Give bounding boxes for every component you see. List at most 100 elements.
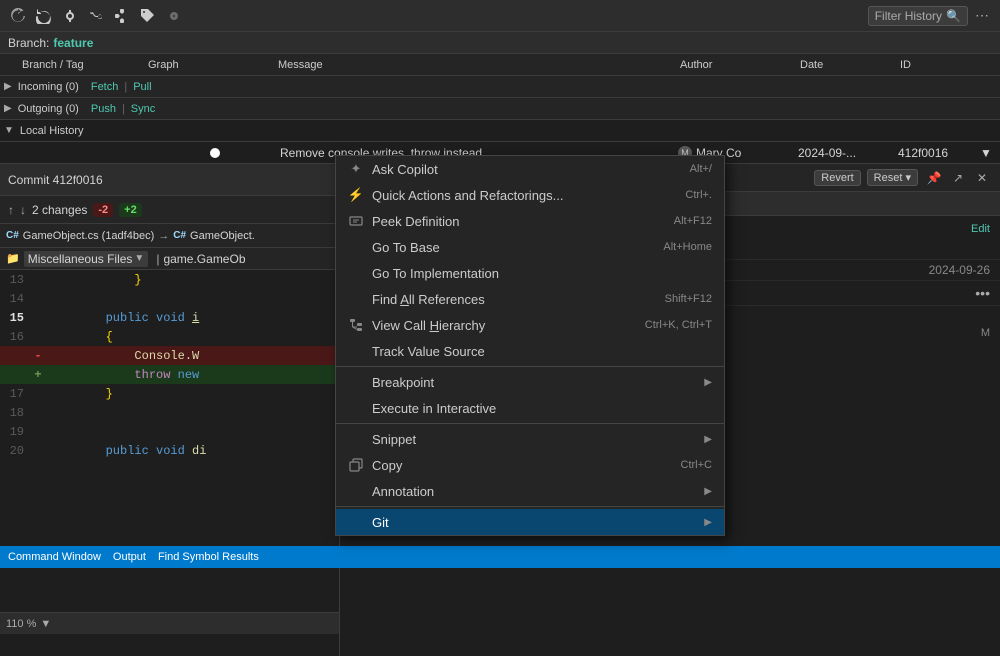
branch-label: Branch: [8, 36, 49, 50]
column-headers: Branch / Tag Graph Message Author Date I… [0, 54, 1000, 76]
filter-history-text: Filter History [875, 9, 942, 23]
search-icon: 🔍 [946, 9, 961, 23]
execute-icon [348, 400, 364, 416]
code-line-16-normal: 16 { [0, 327, 339, 346]
changes-count: 2 changes [32, 203, 87, 217]
cmd-window-tab[interactable]: Command Window [8, 551, 101, 563]
refresh-icon[interactable] [8, 6, 28, 26]
edit-link[interactable]: Edit [971, 223, 990, 235]
base-icon [348, 239, 364, 255]
minus-badge: -2 [93, 203, 113, 217]
incoming-label: Incoming (0) [18, 81, 79, 93]
branch-row: Branch: feature [0, 32, 1000, 54]
hierarchy-icon [348, 317, 364, 333]
copy-icon [348, 457, 364, 473]
breakpoint-icon [348, 374, 364, 390]
up-arrow[interactable]: ↑ [8, 203, 14, 217]
file-to: GameObject. [190, 230, 255, 242]
zoom-level: 110 % [6, 618, 36, 630]
file-status: M [981, 327, 990, 339]
menu-go-to-impl[interactable]: Go To Implementation [336, 260, 724, 286]
menu-call-hierarchy[interactable]: View Call Hierarchy Ctrl+K, Ctrl+T [336, 312, 724, 338]
divider-3 [336, 506, 724, 507]
push-link[interactable]: Push [91, 103, 116, 115]
code-line-17-normal: 17 } [0, 384, 339, 403]
pin-icon[interactable]: 📌 [924, 168, 944, 188]
menu-snippet[interactable]: Snippet ▶ [336, 426, 724, 452]
col-branch-tag: Branch / Tag [18, 59, 148, 71]
impl-icon [348, 265, 364, 281]
sync-link[interactable]: Sync [131, 103, 155, 115]
local-history-expand[interactable]: ▼ [4, 125, 14, 136]
code-line-18: 18 [0, 403, 339, 422]
menu-git[interactable]: Git ▶ [336, 509, 724, 535]
misc-files-label: Miscellaneous Files [28, 252, 133, 266]
peek-icon [348, 213, 364, 229]
fetch-link[interactable]: Fetch [91, 81, 119, 93]
local-history-label: Local History [20, 125, 84, 137]
expand-icon[interactable]: ⋯ [972, 6, 992, 26]
incoming-row: ▶ Incoming (0) Fetch | Pull [0, 76, 1000, 98]
filter-history-box[interactable]: Filter History 🔍 [868, 6, 968, 26]
snippet-icon [348, 431, 364, 447]
merge-icon[interactable] [112, 6, 132, 26]
commit-id: 412f0016 [898, 146, 978, 160]
misc-files-dropdown[interactable]: Miscellaneous Files ▼ [24, 251, 149, 267]
branch-name[interactable]: feature [53, 36, 93, 50]
menu-find-references[interactable]: Find All References Shift+F12 [336, 286, 724, 312]
open-icon[interactable]: ↗ [948, 168, 968, 188]
incoming-expand[interactable]: ▶ [4, 81, 12, 92]
menu-execute-interactive[interactable]: Execute in Interactive [336, 395, 724, 421]
close-icon[interactable]: ✕ [972, 168, 992, 188]
reset-button[interactable]: Reset ▾ [867, 169, 918, 186]
code-line-13: 13 } [0, 270, 339, 289]
outgoing-row: ▶ Outgoing (0) Push | Sync [0, 98, 1000, 120]
revert-button[interactable]: Revert [814, 170, 860, 186]
code-line-19: 19 [0, 422, 339, 441]
output-tab[interactable]: Output [113, 551, 146, 563]
pull-link[interactable]: Pull [133, 81, 151, 93]
menu-track-value[interactable]: Track Value Source [336, 338, 724, 364]
git-icon[interactable] [60, 6, 80, 26]
branch-icon[interactable] [86, 6, 106, 26]
col-message: Message [278, 59, 680, 71]
cs-icon-from: C# [6, 230, 19, 241]
commit-expand-arrow[interactable]: ▼ [978, 146, 994, 160]
status-bar: Command Window Output Find Symbol Result… [0, 546, 1000, 568]
outgoing-label: Outgoing (0) [18, 103, 79, 115]
menu-annotation[interactable]: Annotation ▶ [336, 478, 724, 504]
menu-go-to-base[interactable]: Go To Base Alt+Home [336, 234, 724, 260]
toolbar-left [8, 6, 184, 26]
commit-date: 2024-09-... [798, 146, 898, 160]
code-line-20: 20 public void di [0, 441, 339, 460]
divider-2 [336, 423, 724, 424]
top-toolbar: Filter History 🔍 ⋯ [0, 0, 1000, 32]
menu-peek-definition[interactable]: Peek Definition Alt+F12 [336, 208, 724, 234]
menu-ask-copilot[interactable]: ✦ Ask Copilot Alt+/ [336, 156, 724, 182]
outgoing-expand[interactable]: ▶ [4, 103, 12, 114]
menu-breakpoint[interactable]: Breakpoint ▶ [336, 369, 724, 395]
file-from: GameObject.cs (1adf4bec) [23, 230, 154, 242]
commit-graph [150, 148, 280, 158]
zoom-down[interactable]: ▼ [40, 618, 51, 630]
col-author: Author [680, 59, 800, 71]
changes-bar: ↑ ↓ 2 changes -2 +2 [0, 196, 339, 224]
undo-icon[interactable] [34, 6, 54, 26]
tag-icon[interactable] [138, 6, 158, 26]
annotation-icon [348, 483, 364, 499]
menu-copy[interactable]: Copy Ctrl+C [336, 452, 724, 478]
code-line-14: 14 [0, 289, 339, 308]
find-refs-icon [348, 291, 364, 307]
lightning-icon: ⚡ [348, 187, 364, 203]
find-symbol-tab[interactable]: Find Symbol Results [158, 551, 259, 563]
settings-icon[interactable] [164, 6, 184, 26]
code-line-15: 15 public void i [0, 308, 339, 327]
changes-menu-btn[interactable]: ••• [975, 285, 990, 301]
down-arrow[interactable]: ↓ [20, 203, 26, 217]
misc-files-row: 📁 Miscellaneous Files ▼ | game.GameOb [0, 248, 339, 270]
left-panel: Commit 412f0016 ↑ ↓ 2 changes -2 +2 C# G… [0, 164, 340, 656]
menu-quick-actions[interactable]: ⚡ Quick Actions and Refactorings... Ctrl… [336, 182, 724, 208]
detail-actions: 📌 ↗ ✕ [924, 168, 992, 188]
author-date: 2024-09-26 [929, 263, 990, 277]
toolbar-right: Filter History 🔍 ⋯ [868, 6, 992, 26]
